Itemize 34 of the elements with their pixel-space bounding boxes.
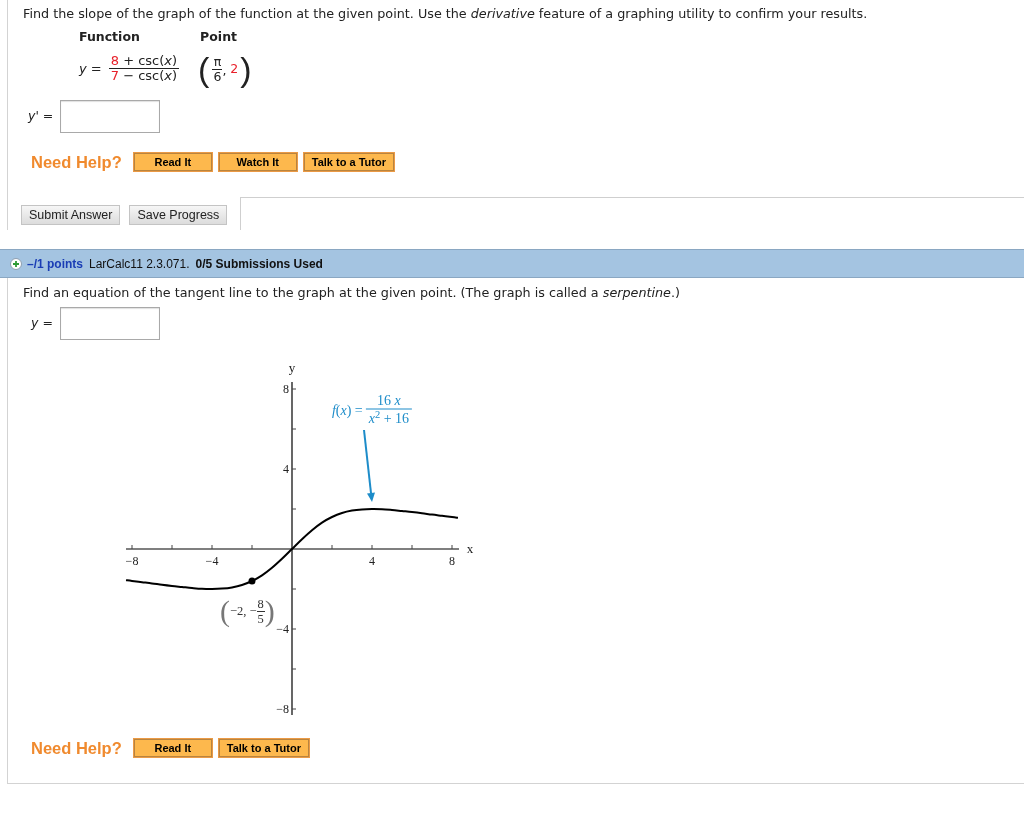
tick-label: −4	[276, 622, 289, 636]
point-marker-icon	[248, 577, 256, 585]
plus-circle-icon[interactable]	[10, 257, 22, 270]
column-header: Function	[79, 30, 140, 44]
source-label: LarCalc11 2.3.071.	[89, 255, 190, 273]
help-button[interactable]: Watch It	[217, 152, 298, 172]
tick-label: 8	[449, 554, 455, 568]
help-button[interactable]: Talk to a Tutor	[217, 738, 310, 758]
tick-label: −4	[205, 554, 219, 568]
tick-label: −8	[125, 554, 139, 568]
action-button[interactable]: Submit Answer	[21, 205, 121, 225]
question-prompt: Find an equation of the tangent line to the graph at the given point. (The graph is called a serpentine.)	[23, 285, 681, 301]
need-help-label: Need Help?	[31, 152, 122, 172]
action-button[interactable]: Save Progress	[129, 205, 228, 225]
question-prompt: Find the slope of the graph of the function at the given point. Use the derivative feature of a graphing utility to confirm your results.	[23, 6, 869, 22]
answer-label: y =	[31, 314, 53, 333]
points-label: –/1 points	[27, 255, 83, 273]
submissions-label: 0/5 Submissions Used	[195, 255, 323, 273]
tick-label: −8	[276, 702, 289, 716]
axis-label: y	[288, 360, 296, 375]
need-help-label: Need Help?	[31, 738, 122, 758]
tick-label: 8	[283, 382, 289, 396]
help-button[interactable]: Read It	[132, 738, 213, 758]
tick-label: 4	[369, 554, 375, 568]
axis-label: x	[466, 541, 474, 556]
function-formula: f(x) = 16 x x$^{2}$ + 16	[331, 392, 413, 428]
column-header: Point	[200, 30, 237, 44]
answer-label: y' =	[28, 107, 54, 126]
tick-label: 4	[283, 462, 289, 476]
help-button[interactable]: Talk to a Tutor	[302, 152, 395, 172]
answer-input[interactable]	[60, 100, 161, 133]
help-button[interactable]: Read It	[132, 152, 213, 172]
function-formula: y = 8 + csc(x) 7 − csc(x)	[79, 54, 180, 83]
answer-input[interactable]	[59, 307, 160, 340]
